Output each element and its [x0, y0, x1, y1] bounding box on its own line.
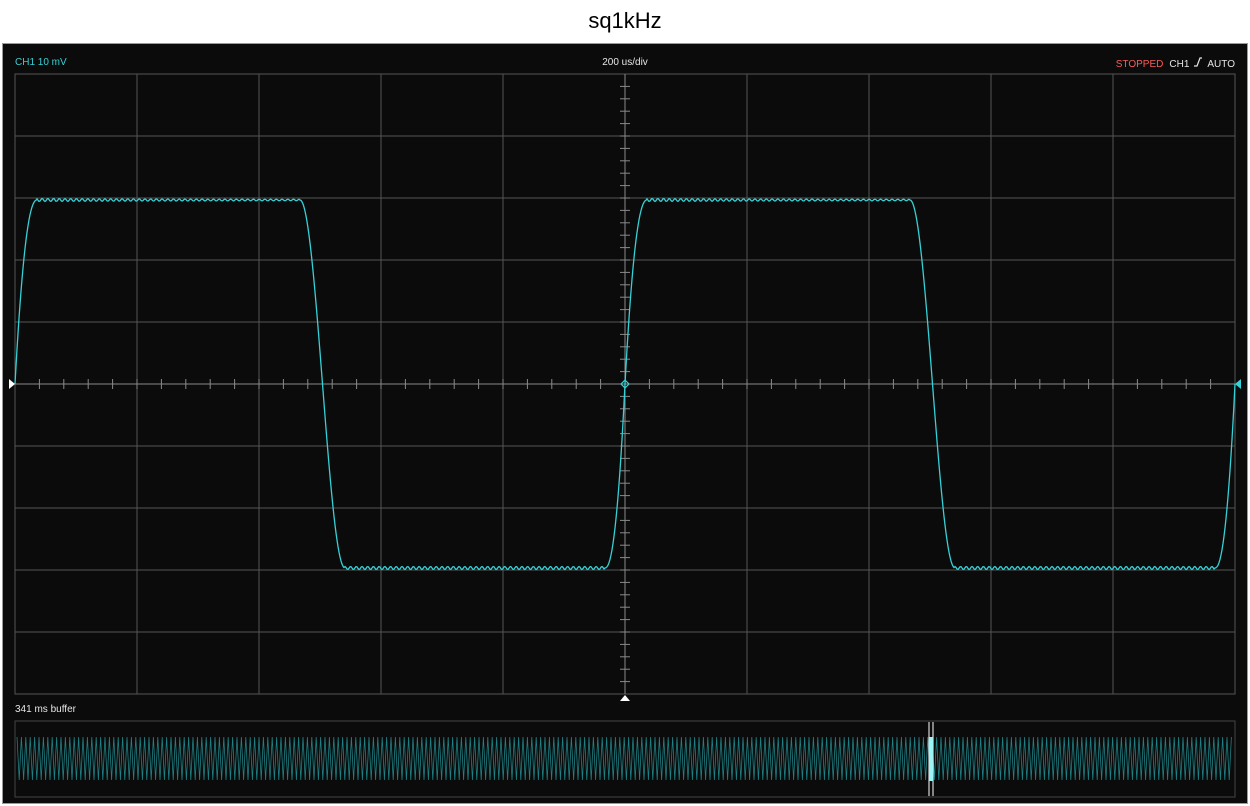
trigger-level-marker[interactable] [1235, 379, 1241, 389]
trigger-position-marker[interactable] [620, 695, 630, 701]
run-status[interactable]: STOPPED [1116, 59, 1164, 70]
rising-edge-icon[interactable] [1193, 57, 1203, 71]
trigger-mode[interactable]: AUTO [1207, 59, 1235, 70]
status-bar: STOPPED CH1 AUTO [1116, 57, 1235, 71]
timebase-label[interactable]: 200 us/div [0, 57, 1250, 69]
buffer-length-label: 341 ms buffer [15, 704, 76, 715]
trigger-source[interactable]: CH1 [1169, 59, 1189, 70]
scope-display [9, 73, 1241, 798]
ground-marker[interactable] [9, 379, 15, 389]
